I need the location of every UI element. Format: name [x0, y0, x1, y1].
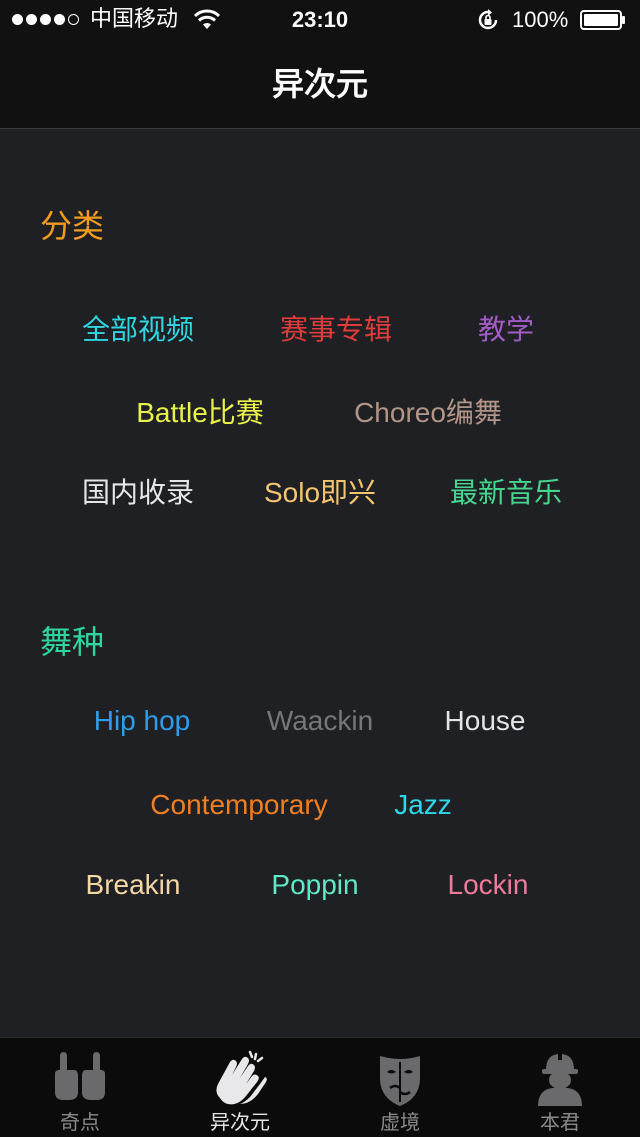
- category-battle[interactable]: Battle比赛: [136, 395, 264, 431]
- tab-label: 异次元: [210, 1110, 270, 1134]
- battery-icon: [580, 10, 625, 30]
- dance-style-breakin[interactable]: Breakin: [86, 867, 181, 903]
- tab-label: 虚境: [380, 1110, 420, 1134]
- category-all-videos[interactable]: 全部视频: [82, 312, 194, 348]
- tab-bar: 奇点 异次元 虚境 本君: [0, 1037, 640, 1137]
- hands-pointing-icon: [55, 1052, 105, 1100]
- status-bar: 中国移动 23:10 100%: [0, 0, 640, 40]
- dance-style-house[interactable]: House: [445, 703, 526, 739]
- dance-styles-section-title: 舞种: [40, 623, 105, 661]
- tab-me[interactable]: 本君: [480, 1038, 640, 1137]
- mask-icon: [380, 1056, 420, 1106]
- category-latest-music[interactable]: 最新音乐: [450, 475, 562, 511]
- rotation-lock-icon: [478, 9, 498, 30]
- tab-label: 奇点: [60, 1110, 100, 1134]
- category-domestic[interactable]: 国内收录: [82, 475, 194, 511]
- clapping-hands-icon: [216, 1050, 267, 1105]
- dance-style-hip-hop[interactable]: Hip hop: [94, 703, 191, 739]
- category-teaching[interactable]: 教学: [478, 312, 534, 348]
- tab-virtual-realm[interactable]: 虚境: [320, 1038, 480, 1137]
- navigation-bar: 异次元: [0, 40, 640, 129]
- dance-style-poppin[interactable]: Poppin: [271, 867, 358, 903]
- dance-style-contemporary[interactable]: Contemporary: [150, 787, 327, 823]
- category-event-albums[interactable]: 赛事专辑: [280, 312, 392, 348]
- dance-style-jazz[interactable]: Jazz: [394, 787, 452, 823]
- tab-singularity[interactable]: 奇点: [0, 1038, 160, 1137]
- worker-profile-icon: [538, 1052, 582, 1106]
- battery-percentage: 100%: [512, 7, 569, 32]
- dance-style-lockin[interactable]: Lockin: [448, 867, 529, 903]
- category-choreo[interactable]: Choreo编舞: [354, 395, 502, 431]
- category-solo[interactable]: Solo即兴: [264, 475, 376, 511]
- dance-style-waackin[interactable]: Waackin: [267, 703, 373, 739]
- tab-label: 本君: [540, 1110, 580, 1134]
- page-title: 异次元: [271, 65, 368, 103]
- tab-other-dimension[interactable]: 异次元: [160, 1038, 320, 1137]
- categories-section-title: 分类: [40, 207, 105, 245]
